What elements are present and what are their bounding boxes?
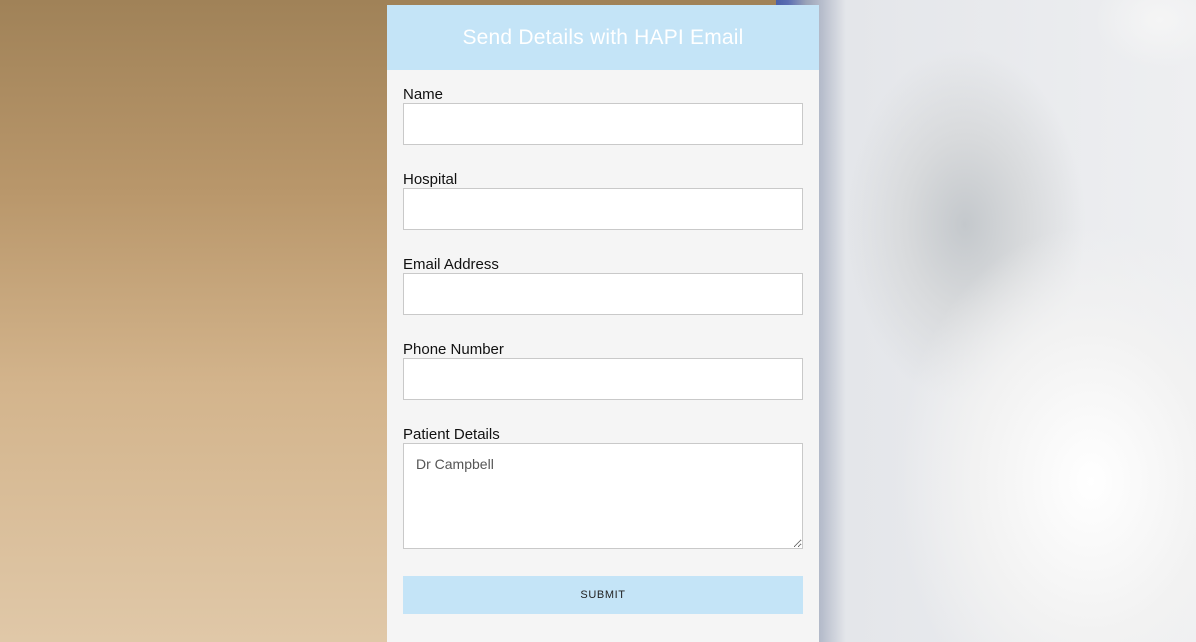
phone-field-group: Phone Number <box>403 342 803 400</box>
submit-button[interactable]: SUBMIT <box>403 576 803 614</box>
phone-input[interactable] <box>403 358 803 400</box>
name-field-group: Name <box>403 87 803 145</box>
details-form: Name Hospital Email Address Phone Number… <box>387 70 819 614</box>
email-field-group: Email Address <box>403 257 803 315</box>
email-label: Email Address <box>403 256 499 273</box>
email-input[interactable] <box>403 273 803 315</box>
form-title: Send Details with HAPI Email <box>462 25 744 49</box>
patient-details-field-group: Patient Details <box>403 427 803 549</box>
form-header: Send Details with HAPI Email <box>387 5 819 70</box>
background-highlight <box>1076 0 1196 200</box>
patient-details-textarea[interactable] <box>403 443 803 549</box>
email-form-card: Send Details with HAPI Email Name Hospit… <box>387 5 819 642</box>
hospital-input[interactable] <box>403 188 803 230</box>
name-input[interactable] <box>403 103 803 145</box>
name-label: Name <box>403 86 444 103</box>
phone-label: Phone Number <box>403 341 504 358</box>
patient-details-label: Patient Details <box>403 426 500 443</box>
hospital-label: Hospital <box>403 171 458 188</box>
hospital-field-group: Hospital <box>403 172 803 230</box>
